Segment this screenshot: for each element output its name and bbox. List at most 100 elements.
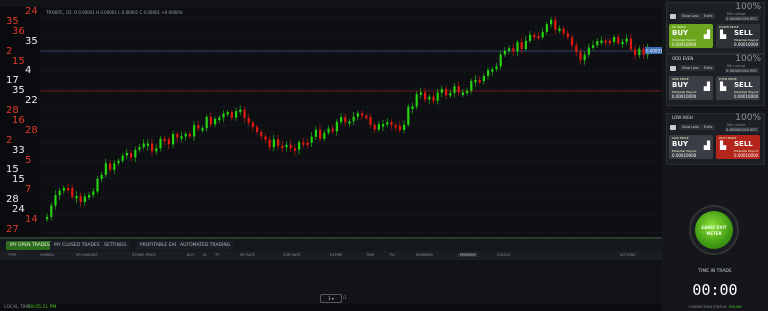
- stop-loss-button[interactable]: Stop Loss: [679, 13, 702, 19]
- column-header-symbol[interactable]: SYMBOL: [40, 253, 54, 257]
- sell-button[interactable]: HIGH PRICE SELL Potential Payout 0.00010000…: [716, 135, 760, 159]
- candle: [75, 195, 78, 199]
- column-header-tp[interactable]: TP: [215, 253, 219, 257]
- candle: [151, 143, 154, 152]
- amount-input[interactable]: 0.00000100 BTC: [725, 68, 759, 73]
- buy-payout-value: 0.00010000: [672, 42, 697, 47]
- candle: [188, 133, 191, 137]
- candle: [96, 178, 99, 192]
- trades-table-header: TYPE SYMBOL MY AMOUNT STRIKE PRICE BUY SL TP MY…: [0, 251, 662, 260]
- candle: [239, 109, 242, 113]
- column-header-status[interactable]: STATUS: [497, 253, 510, 257]
- buy-button[interactable]: UP PRICE BUY Potential Payout 0.00010000 ▟: [669, 24, 713, 48]
- column-header-remarks[interactable]: REMARKS: [416, 253, 433, 257]
- column-header-expire[interactable]: EXPIRE: [330, 253, 342, 257]
- amount-input[interactable]: 0.00000100 BTC: [725, 127, 759, 132]
- candle: [453, 86, 456, 93]
- candle: [109, 163, 112, 170]
- tab-automated-trading[interactable]: AUTOMATED TRADING: [176, 241, 235, 250]
- candle: [281, 145, 284, 149]
- amount-input[interactable]: 0.00000100 BTC: [725, 16, 759, 21]
- time-in-trade-label: TIME IN TRADE: [698, 269, 732, 274]
- early-exit-meter-button[interactable]: EARLY EXIT METER: [695, 211, 733, 249]
- candle: [298, 142, 301, 150]
- candle: [508, 48, 511, 51]
- stop-loss-button[interactable]: Stop Loss: [679, 65, 702, 71]
- tab-my-open-trades[interactable]: MY OPEN TRADES: [6, 241, 54, 250]
- buy-label: BUY: [672, 81, 689, 89]
- column-header-p-l[interactable]: P/L: [390, 253, 395, 257]
- column-header-my-rate[interactable]: MY RATE: [240, 253, 255, 257]
- candle: [272, 139, 275, 148]
- sell-label: SELL: [734, 81, 753, 89]
- tab-settings[interactable]: SETTINGS: [100, 241, 131, 250]
- candle: [478, 79, 481, 83]
- tab-my-closed-trades[interactable]: MY CLOSED TRADES: [50, 241, 104, 250]
- candle: [487, 70, 490, 76]
- left-value-21: 14: [25, 213, 38, 225]
- candle: [256, 126, 259, 132]
- candle: [289, 144, 292, 149]
- candle: [499, 54, 502, 67]
- candle: [146, 143, 149, 146]
- candle: [440, 89, 443, 93]
- candle: [474, 79, 477, 83]
- sell-button[interactable]: EVEN PRICE SELL Potential Payout 0.00010000…: [716, 76, 760, 100]
- candle: [361, 113, 364, 116]
- candle: [373, 124, 376, 130]
- exits-button[interactable]: Exits: [701, 13, 716, 19]
- column-header-percent[interactable]: PERCENT: [458, 253, 478, 257]
- candle: [163, 138, 166, 142]
- candle: [277, 139, 280, 146]
- buy-button[interactable]: ODD PRICE BUY Potential Payout 0.00010000 ▟: [669, 76, 713, 100]
- connection-label: CONNECTION STATUS:: [688, 305, 728, 309]
- price-chart[interactable]: 0.00001 TRX/BTC, 1D: O 0.00001 H 0.00001…: [40, 7, 662, 237]
- column-header-my-amount[interactable]: MY AMOUNT: [76, 253, 98, 257]
- left-value-14: 33: [12, 144, 25, 156]
- column-header-actions[interactable]: ACTIONS: [620, 253, 636, 257]
- candle: [554, 19, 557, 30]
- sell-payout-value: 0.00010000: [734, 153, 759, 158]
- column-header-time[interactable]: TIME: [366, 253, 374, 257]
- column-header-buy[interactable]: BUY: [187, 253, 194, 257]
- candle: [562, 28, 565, 34]
- candle: [243, 109, 246, 118]
- exits-button[interactable]: Exits: [701, 124, 716, 130]
- candle: [331, 128, 334, 132]
- candle: [533, 34, 536, 38]
- left-value-11: 16: [12, 114, 25, 126]
- candle: [260, 131, 263, 137]
- column-header-type[interactable]: TYPE: [8, 253, 17, 257]
- left-value-17: 15: [12, 174, 25, 186]
- buy-payout-value: 0.00010000: [672, 153, 697, 158]
- candle: [356, 113, 359, 117]
- column-header-sl[interactable]: SL: [203, 253, 207, 257]
- chart-down-icon: ▙: [720, 82, 727, 91]
- chart-ohlc-readout: TRX/BTC, 1D: O 0.00001 H 0.00001 L 0.000…: [46, 10, 183, 15]
- left-value-18: 7: [25, 184, 32, 196]
- trade-sidebar: EARLY EXIT METER TIME IN TRADE 00:00 CON…: [662, 0, 768, 311]
- stop-loss-button[interactable]: Stop Loss: [679, 124, 702, 130]
- candle: [79, 195, 82, 202]
- left-value-column: 24 35 36 35 2 15 4 17 35 22 28 16 28 2 33 5 15 15 7 28 24 14 2…: [0, 7, 40, 237]
- page-select[interactable]: 1 ▾: [320, 294, 342, 303]
- candle: [88, 195, 91, 198]
- candle: [193, 125, 196, 137]
- left-value-2: 36: [12, 25, 25, 37]
- candle: [638, 48, 641, 56]
- candle: [491, 69, 494, 72]
- candle: [172, 133, 175, 145]
- candle: [634, 49, 637, 56]
- candle: [529, 34, 532, 41]
- buy-button[interactable]: LOW PRICE BUY Potential Payout 0.00010000 ▟: [669, 135, 713, 159]
- candle: [306, 142, 309, 146]
- candle: [142, 143, 145, 148]
- candle: [432, 96, 435, 101]
- column-header-cur-rate[interactable]: CUR RATE: [283, 253, 300, 257]
- column-header-strike-price[interactable]: STRIKE PRICE: [132, 253, 156, 257]
- candle: [340, 117, 343, 122]
- trade-panel-0: 100% Stop Loss Exits Min value 0.00000100 BT…: [666, 2, 765, 54]
- candle: [520, 42, 523, 49]
- sell-button[interactable]: DOWN PRICE SELL Potential Payout 0.00010000…: [716, 24, 760, 48]
- exits-button[interactable]: Exits: [701, 65, 716, 71]
